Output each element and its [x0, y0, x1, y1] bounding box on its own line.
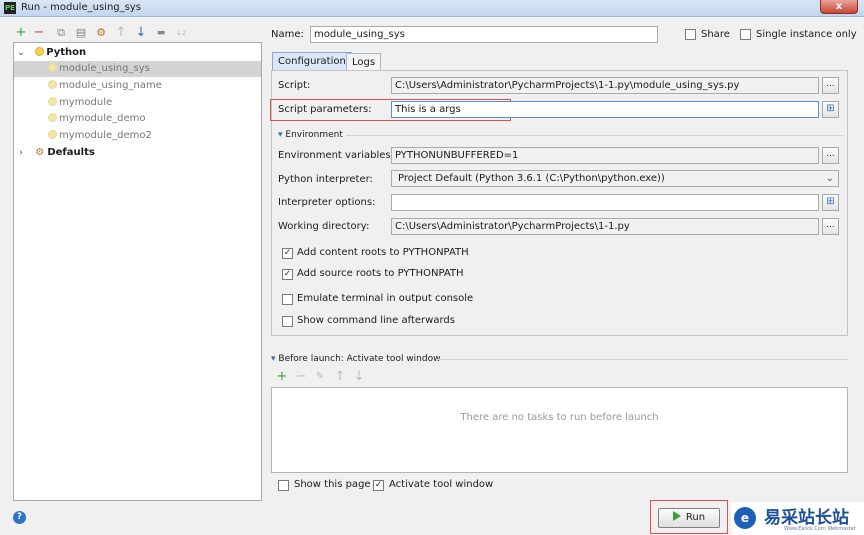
close-button[interactable]: x	[820, 0, 858, 14]
collapse-triangle-icon[interactable]: ▾	[271, 354, 276, 364]
activate-tool-checkbox[interactable]: ✓	[373, 480, 384, 491]
before-launch-title: Before launch: Activate tool window	[278, 354, 441, 364]
pycharm-app-icon: PE	[4, 2, 16, 14]
show-command-line-checkbox[interactable]	[282, 316, 293, 327]
collapse-triangle-icon[interactable]: ▾	[278, 130, 283, 140]
chevron-right-icon[interactable]: ›	[16, 145, 26, 161]
share-label: Share	[701, 29, 730, 40]
browse-workdir-button[interactable]: ...	[822, 218, 839, 235]
name-input[interactable]: module_using_sys	[310, 26, 658, 43]
copy-config-icon[interactable]: ⧉	[54, 25, 68, 41]
watermark: e 易采站长站 Www.Easck.Com Webmaster	[731, 502, 864, 535]
content-roots-label: Add content roots to PYTHONPATH	[297, 247, 469, 258]
emulate-terminal-label: Emulate terminal in output console	[297, 293, 474, 304]
save-config-icon[interactable]: ▤	[74, 25, 88, 41]
edit-task-icon[interactable]: ✎	[313, 369, 327, 385]
interp-options-label: Interpreter options:	[278, 197, 376, 208]
run-button-label: Run	[685, 512, 706, 523]
defaults-wrench-icon: ⚙	[35, 147, 45, 158]
tree-python-label: Python	[46, 47, 87, 58]
env-vars-input[interactable]: PYTHONUNBUFFERED=1	[391, 147, 819, 164]
environment-divider	[346, 135, 844, 136]
remove-config-icon[interactable]: −	[32, 25, 46, 41]
add-task-icon[interactable]: +	[275, 369, 289, 385]
run-play-icon	[672, 511, 681, 521]
edit-env-vars-button[interactable]: ...	[822, 147, 839, 164]
title-bar: PE Run - module_using_sys x	[0, 0, 864, 17]
tree-item-label: mymodule_demo2	[59, 130, 152, 141]
add-config-icon[interactable]: +	[14, 25, 28, 41]
tree-item-module-using-name[interactable]: module_using_name	[14, 78, 261, 94]
task-up-icon[interactable]: ↑	[333, 369, 347, 385]
before-launch-tasks-list: There are no tasks to run before launch	[271, 387, 848, 473]
interp-options-input[interactable]	[391, 194, 819, 211]
content-roots-checkbox[interactable]: ✓	[282, 248, 293, 259]
tab-logs[interactable]: Logs	[346, 53, 382, 70]
single-instance-checkbox[interactable]	[740, 29, 751, 40]
chevron-down-icon[interactable]: ⌄	[16, 45, 26, 61]
env-vars-label: Environment variables:	[278, 150, 394, 161]
empty-tasks-text: There are no tasks to run before launch	[460, 412, 659, 423]
expand-options-icon[interactable]: ⊞	[822, 194, 839, 211]
environment-label: Environment	[285, 130, 343, 140]
emulate-terminal-checkbox[interactable]	[282, 294, 293, 305]
show-command-line-label: Show command line afterwards	[297, 315, 455, 326]
tree-item-label: mymodule_demo	[59, 113, 146, 124]
python-file-icon	[48, 97, 57, 106]
source-roots-checkbox[interactable]: ✓	[282, 269, 293, 280]
script-path-input[interactable]: C:\Users\Administrator\PycharmProjects\1…	[391, 77, 819, 94]
environment-section: ▾ Environment	[278, 128, 343, 142]
move-down-icon[interactable]: ↓	[134, 25, 148, 41]
run-config-tree: ⌄ Python module_using_sys module_using_n…	[13, 42, 262, 501]
activate-tool-label: Activate tool window	[389, 479, 494, 490]
python-file-icon	[48, 80, 57, 89]
python-icon	[35, 47, 45, 56]
source-roots-label: Add source roots to PYTHONPATH	[297, 268, 464, 279]
single-instance-label: Single instance only	[756, 29, 857, 40]
watermark-subtext: Www.Easck.Com Webmaster	[784, 526, 856, 532]
python-file-icon	[48, 63, 57, 72]
tree-item-mymodule-demo[interactable]: mymodule_demo	[14, 111, 261, 127]
workdir-input[interactable]: C:\Users\Administrator\PycharmProjects\1…	[391, 218, 819, 235]
chevron-down-icon: ⌄	[825, 173, 834, 184]
run-button[interactable]: Run	[658, 508, 720, 528]
script-label: Script:	[278, 80, 311, 91]
tree-item-label: mymodule	[59, 97, 113, 108]
watermark-text: 易采站长站	[764, 508, 849, 528]
tree-defaults-label: Defaults	[47, 147, 95, 158]
task-down-icon[interactable]: ↓	[352, 369, 366, 385]
tree-item-mymodule[interactable]: mymodule	[14, 95, 261, 111]
tree-node-defaults[interactable]: › ⚙ Defaults	[14, 145, 261, 161]
before-launch-section: ▾ Before launch: Activate tool window	[271, 352, 440, 366]
tree-item-mymodule-demo2[interactable]: mymodule_demo2	[14, 128, 261, 144]
watermark-logo-icon: e	[734, 507, 756, 529]
expand-params-icon[interactable]: ⊞	[822, 101, 839, 118]
tree-item-label: module_using_sys	[59, 63, 150, 74]
interpreter-label: Python interpreter:	[278, 174, 373, 185]
sort-icon[interactable]: ↓z	[174, 25, 188, 41]
tree-item-module-using-sys[interactable]: module_using_sys	[14, 61, 261, 77]
move-up-icon[interactable]: ↑	[114, 25, 128, 41]
tab-configuration[interactable]: Configuration	[272, 52, 352, 70]
browse-script-button[interactable]: ...	[822, 77, 839, 94]
show-page-checkbox[interactable]	[278, 480, 289, 491]
remove-task-icon[interactable]: −	[294, 369, 308, 385]
interpreter-select[interactable]: Project Default (Python 3.6.1 (C:\Python…	[391, 170, 839, 187]
python-file-icon	[48, 130, 57, 139]
before-launch-divider	[436, 359, 848, 360]
help-icon[interactable]: ?	[13, 511, 26, 524]
script-parameters-input[interactable]: This is a args	[391, 101, 819, 118]
script-parameters-label: Script parameters:	[278, 104, 372, 115]
python-file-icon	[48, 113, 57, 122]
folder-icon[interactable]: ▬	[154, 25, 168, 41]
tree-item-label: module_using_name	[59, 80, 162, 91]
show-page-label: Show this page	[294, 479, 371, 490]
wrench-icon[interactable]: ⚙	[94, 25, 108, 41]
interpreter-value: Project Default (Python 3.6.1 (C:\Python…	[398, 173, 665, 184]
name-label: Name:	[271, 29, 304, 40]
workdir-label: Working directory:	[278, 221, 370, 232]
share-checkbox[interactable]	[685, 29, 696, 40]
window-title: Run - module_using_sys	[21, 2, 141, 13]
tree-node-python[interactable]: ⌄ Python	[14, 45, 261, 61]
